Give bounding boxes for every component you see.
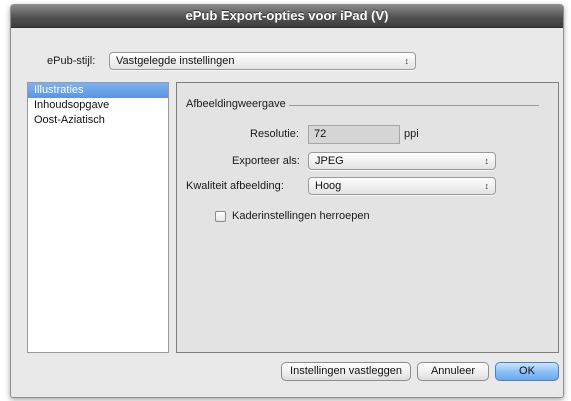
quality-label: Kwaliteit afbeelding: xyxy=(186,180,284,192)
resolution-input[interactable]: 72 xyxy=(308,125,400,144)
quality-select[interactable]: Hoog ↕ xyxy=(308,177,496,195)
sidebar-item-label: Inhoudsopgave xyxy=(34,99,110,111)
ok-label: OK xyxy=(519,365,535,377)
window-title: ePub Export-opties voor iPad (V) xyxy=(185,8,389,23)
frame-settings-checkbox[interactable] xyxy=(215,211,226,222)
cancel-label: Annuleer xyxy=(430,365,476,377)
frame-settings-label[interactable]: Kaderinstellingen herroepen xyxy=(232,210,370,222)
quality-value: Hoog xyxy=(315,180,342,192)
save-settings-label: Instellingen vastleggen xyxy=(290,365,402,377)
updown-arrows-icon: ↕ xyxy=(484,181,490,191)
resolution-unit: ppi xyxy=(404,128,419,140)
sidebar-item-label: Oost-Aziatisch xyxy=(34,114,105,126)
ok-button[interactable]: OK xyxy=(495,362,559,381)
section-divider xyxy=(289,105,539,106)
resolution-value: 72 xyxy=(314,128,327,140)
title-bar[interactable]: ePub Export-opties voor iPad (V) xyxy=(11,5,563,28)
sidebar-item-illustraties[interactable]: Illustraties xyxy=(28,83,168,98)
epub-style-select[interactable]: Vastgelegde instellingen ↕ xyxy=(109,52,416,70)
sidebar-item-inhoudsopgave[interactable]: Inhoudsopgave xyxy=(28,98,168,113)
resolution-label: Resolutie: xyxy=(250,128,299,140)
updown-arrows-icon: ↕ xyxy=(484,156,490,166)
sidebar-item-oost-aziatisch[interactable]: Oost-Aziatisch xyxy=(28,113,168,128)
category-sidebar: Illustraties Inhoudsopgave Oost-Aziatisc… xyxy=(27,82,169,353)
save-settings-button[interactable]: Instellingen vastleggen xyxy=(281,362,411,381)
updown-arrows-icon: ↕ xyxy=(404,56,410,66)
section-title: Afbeeldingweergave xyxy=(186,98,286,110)
sidebar-item-label: Illustraties xyxy=(34,84,84,96)
export-as-select[interactable]: JPEG ↕ xyxy=(308,152,496,170)
export-as-label: Exporteer als: xyxy=(232,155,300,167)
export-dialog: ePub Export-opties voor iPad (V) ePub-st… xyxy=(10,4,564,398)
export-as-value: JPEG xyxy=(315,155,344,167)
epub-style-value: Vastgelegde instellingen xyxy=(116,55,235,67)
cancel-button[interactable]: Annuleer xyxy=(417,362,489,381)
settings-panel: Afbeeldingweergave Resolutie: 72 ppi Exp… xyxy=(176,82,559,353)
epub-style-label: ePub-stijl: xyxy=(47,55,96,67)
